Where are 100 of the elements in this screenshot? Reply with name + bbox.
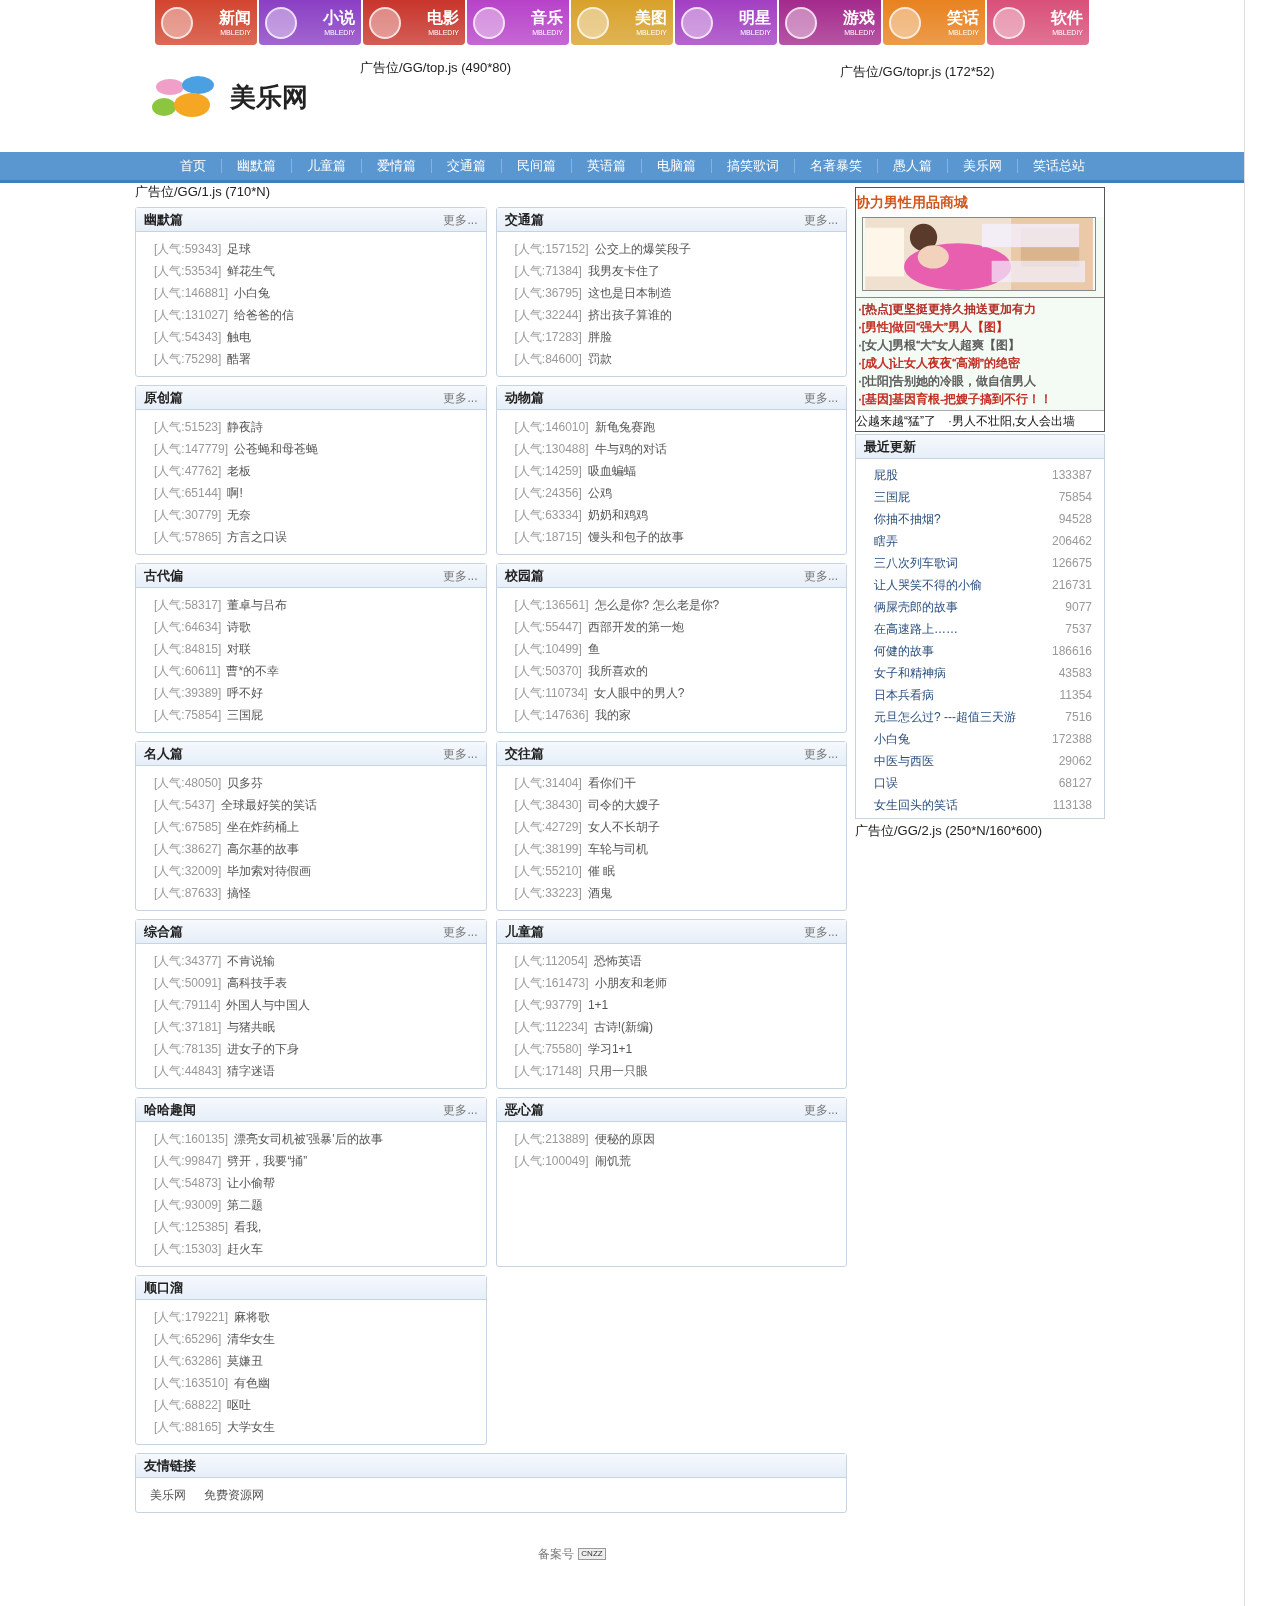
stats-badge[interactable]: CNZZ <box>578 1548 606 1560</box>
joke-link[interactable]: 西部开发的第一炮 <box>587 618 684 636</box>
joke-link[interactable]: 鱼 <box>587 640 600 658</box>
friend-link[interactable]: 美乐网 <box>150 1486 186 1504</box>
joke-link[interactable]: 麻将歌 <box>234 1308 271 1326</box>
joke-link[interactable]: 对联 <box>227 640 252 658</box>
joke-link[interactable]: 高科技手表 <box>227 974 288 992</box>
joke-link[interactable]: 罚款 <box>587 350 612 368</box>
joke-link[interactable]: 女人眼中的男人? <box>593 684 685 702</box>
joke-link[interactable]: 劈开，我要“捅” <box>227 1152 308 1170</box>
joke-link[interactable]: 三国屁 <box>227 706 264 724</box>
more-link[interactable]: 更多... <box>804 210 838 229</box>
joke-link[interactable]: 清华女生 <box>227 1330 276 1348</box>
more-link[interactable]: 更多... <box>443 566 478 585</box>
joke-link[interactable]: 古诗!(新编) <box>593 1018 653 1036</box>
joke-link[interactable]: 啊! <box>227 484 243 502</box>
joke-link[interactable]: 董卓与吕布 <box>227 596 288 614</box>
joke-link[interactable]: 闹饥荒 <box>594 1152 631 1170</box>
recent-link[interactable]: 女生回头的笑话 <box>874 796 958 814</box>
joke-link[interactable]: 进女子的下身 <box>227 1040 300 1058</box>
joke-link[interactable]: 全球最好笑的笑话 <box>220 796 317 814</box>
joke-link[interactable]: 曹*的不幸 <box>226 662 280 680</box>
more-link[interactable]: 更多... <box>443 922 478 941</box>
recent-link[interactable]: 何健的故事 <box>874 642 934 660</box>
recent-link[interactable]: 女子和精神病 <box>874 664 946 682</box>
more-link[interactable]: 更多... <box>443 388 478 407</box>
joke-link[interactable]: 只用一只眼 <box>587 1062 648 1080</box>
joke-link[interactable]: 公鸡 <box>587 484 612 502</box>
joke-link[interactable]: 外国人与中国人 <box>226 996 311 1014</box>
joke-link[interactable]: 车轮与司机 <box>587 840 648 858</box>
joke-link[interactable]: 1+1 <box>587 996 609 1014</box>
joke-link[interactable]: 馒头和包子的故事 <box>587 528 684 546</box>
joke-link[interactable]: 我的家 <box>594 706 631 724</box>
joke-link[interactable]: 触电 <box>227 328 252 346</box>
joke-link[interactable]: 猜字迷语 <box>227 1062 276 1080</box>
joke-link[interactable]: 酷署 <box>227 350 252 368</box>
joke-link[interactable]: 有色幽 <box>234 1374 271 1392</box>
joke-link[interactable]: 搞怪 <box>227 884 252 902</box>
recent-link[interactable]: 口误 <box>874 774 898 792</box>
recent-link[interactable]: 让人哭笑不得的小偷 <box>874 576 982 594</box>
joke-link[interactable]: 贝多芬 <box>227 774 264 792</box>
joke-link[interactable]: 与猪共眠 <box>227 1018 276 1036</box>
ad-link[interactable]: ·[成人]让女人夜夜“高潮”的绝密 <box>858 354 1020 372</box>
joke-link[interactable]: 呕吐 <box>227 1396 252 1414</box>
recent-link[interactable]: 俩屎壳郎的故事 <box>874 598 958 616</box>
joke-link[interactable]: 赶火车 <box>227 1240 264 1258</box>
more-link[interactable]: 更多... <box>443 744 478 763</box>
joke-link[interactable]: 毕加索对待假画 <box>227 862 312 880</box>
joke-link[interactable]: 诗歌 <box>227 618 252 636</box>
ad-link[interactable]: ·[基因]基因育根-把嫂子搞到不行！！ <box>858 390 1053 408</box>
friend-link[interactable]: 免费资源网 <box>204 1486 264 1504</box>
joke-link[interactable]: 吸血蝙蝠 <box>587 462 636 480</box>
recent-link[interactable]: 瞎弄 <box>874 532 898 550</box>
joke-link[interactable]: 高尔基的故事 <box>227 840 300 858</box>
recent-link[interactable]: 中医与西医 <box>874 752 934 770</box>
joke-link[interactable]: 漂亮女司机被'强暴'后的故事 <box>234 1130 383 1148</box>
joke-link[interactable]: 足球 <box>227 240 252 258</box>
joke-link[interactable]: 恐怖英语 <box>593 952 642 970</box>
recent-link[interactable]: 元旦怎么过? ---超值三天游 <box>874 708 1016 726</box>
joke-link[interactable]: 挤出孩子算谁的 <box>587 306 672 324</box>
recent-link[interactable]: 在高速路上…… <box>874 620 958 638</box>
joke-link[interactable]: 给爸爸的信 <box>234 306 295 324</box>
joke-link[interactable]: 小朋友和老师 <box>594 974 667 992</box>
recent-link[interactable]: 你抽不抽烟? <box>874 510 941 528</box>
ad-link[interactable]: ·[男性]做回“强大”男人【图】 <box>858 318 1008 336</box>
more-link[interactable]: 更多... <box>443 1100 478 1119</box>
recent-link[interactable]: 小白兔 <box>874 730 910 748</box>
joke-link[interactable]: 公交上的爆笑段子 <box>594 240 691 258</box>
joke-link[interactable]: 司令的大嫂子 <box>587 796 660 814</box>
joke-link[interactable]: 莫嫌丑 <box>227 1352 264 1370</box>
more-link[interactable]: 更多... <box>804 566 838 585</box>
joke-link[interactable]: 新龟兔赛跑 <box>594 418 655 436</box>
joke-link[interactable]: 老板 <box>227 462 252 480</box>
more-link[interactable]: 更多... <box>804 922 838 941</box>
recent-link[interactable]: 日本兵看病 <box>874 686 934 704</box>
more-link[interactable]: 更多... <box>804 744 838 763</box>
joke-link[interactable]: 我男友卡住了 <box>587 262 660 280</box>
ad-ticker-text[interactable]: 公越来越“猛”了 ·男人不壮阳,女人会出墙 <box>856 410 1104 431</box>
joke-link[interactable]: 怎么是你? 怎么老是你? <box>594 596 720 614</box>
joke-link[interactable]: 胖脸 <box>587 328 612 346</box>
joke-link[interactable]: 便秘的原因 <box>594 1130 655 1148</box>
site-logo-text[interactable]: 美乐网 <box>230 77 308 117</box>
recent-link[interactable]: 三国屁 <box>874 488 910 506</box>
recent-link[interactable]: 三八次列车歌词 <box>874 554 958 572</box>
joke-link[interactable]: 大学女生 <box>227 1418 276 1436</box>
joke-link[interactable]: 第二题 <box>227 1196 264 1214</box>
joke-link[interactable]: 呼不好 <box>227 684 264 702</box>
joke-link[interactable]: 鲜花生气 <box>227 262 276 280</box>
ad-title[interactable]: 协力男性用品商城 <box>856 188 1104 217</box>
joke-link[interactable]: 牛与鸡的对话 <box>594 440 667 458</box>
joke-link[interactable]: 看我, <box>234 1218 262 1236</box>
joke-link[interactable]: 奶奶和鸡鸡 <box>587 506 648 524</box>
ad-link[interactable]: ·[壮阳]告别她的冷眼，做自信男人 <box>858 372 1037 390</box>
recent-link[interactable]: 屁股 <box>874 466 898 484</box>
ad-link[interactable]: ·[女人]男根“大”女人超爽【图】 <box>858 336 1020 354</box>
joke-link[interactable]: 这也是日本制造 <box>587 284 672 302</box>
joke-link[interactable]: 催 眠 <box>587 862 616 880</box>
joke-link[interactable]: 女人不长胡子 <box>587 818 660 836</box>
joke-link[interactable]: 坐在炸药桶上 <box>227 818 300 836</box>
ad-link[interactable]: ·[热点]更坚挺更持久抽送更加有力 <box>858 300 1037 318</box>
